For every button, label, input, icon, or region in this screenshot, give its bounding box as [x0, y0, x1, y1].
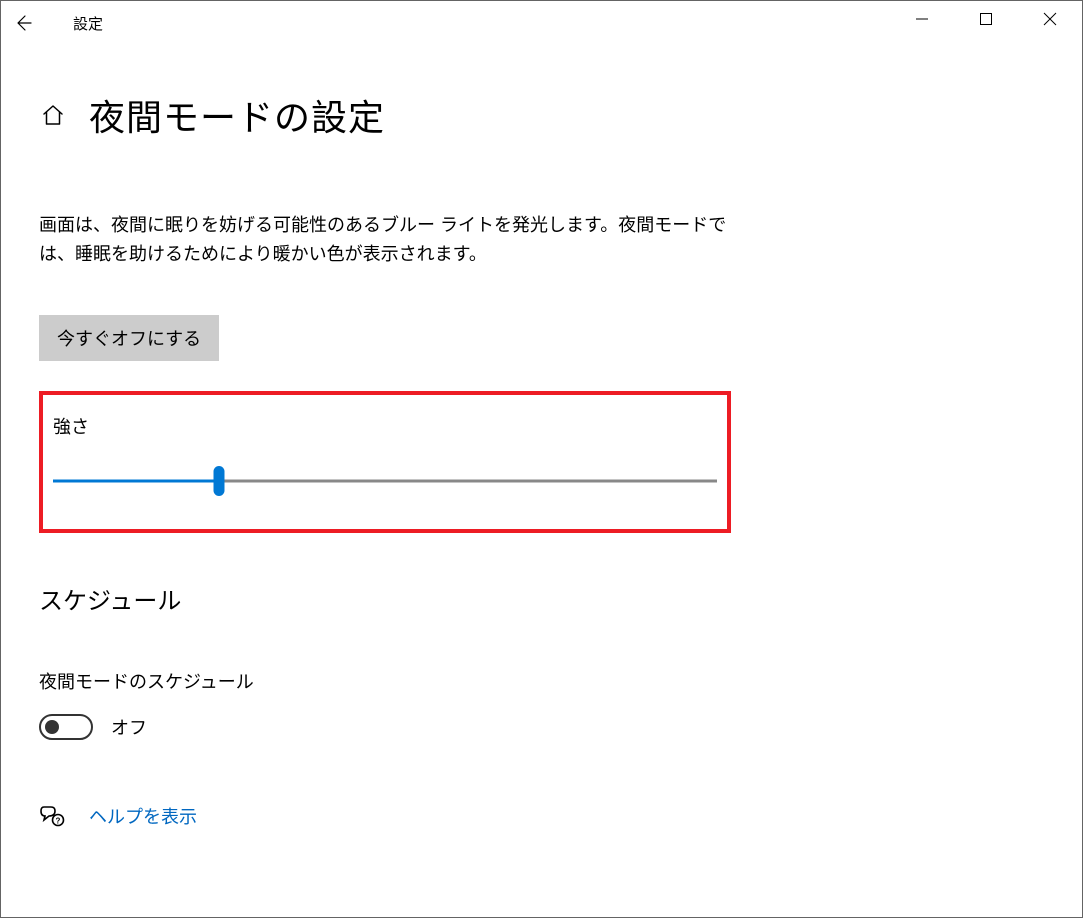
help-row: ? ヘルプを表示 — [39, 802, 1044, 830]
page-description: 画面は、夜間に眠りを妨げる可能性のあるブルー ライトを発光します。夜間モードで … — [39, 211, 739, 269]
strength-slider[interactable] — [53, 469, 717, 493]
schedule-label: 夜間モードのスケジュール — [39, 668, 1044, 694]
schedule-toggle[interactable] — [39, 714, 93, 740]
toggle-state-label: オフ — [111, 714, 147, 740]
slider-thumb[interactable] — [214, 466, 225, 496]
description-line-2: は、睡眠を助けるためにより暖かい色が表示されます。 — [39, 244, 487, 264]
get-help-link[interactable]: ヘルプを表示 — [89, 803, 197, 829]
minimize-button[interactable] — [890, 1, 954, 37]
schedule-toggle-row: オフ — [39, 714, 1044, 740]
maximize-button[interactable] — [954, 1, 1018, 37]
back-button[interactable] — [1, 1, 45, 45]
description-line-1: 画面は、夜間に眠りを妨げる可能性のあるブルー ライトを発光します。夜間モードで — [39, 215, 726, 235]
minimize-icon — [915, 12, 929, 26]
home-icon — [41, 103, 65, 127]
turn-off-now-button[interactable]: 今すぐオフにする — [39, 315, 219, 361]
strength-highlight-box: 強さ — [39, 391, 731, 533]
home-button[interactable] — [39, 101, 67, 129]
page-title: 夜間モードの設定 — [89, 89, 385, 141]
close-button[interactable] — [1018, 1, 1082, 37]
help-icon: ? — [39, 802, 67, 830]
window-controls — [890, 1, 1082, 37]
settings-window: 設定 — [0, 0, 1083, 918]
titlebar: 設定 — [1, 1, 1082, 45]
slider-fill — [53, 479, 219, 482]
maximize-icon — [979, 12, 993, 26]
toggle-knob — [45, 720, 59, 734]
arrow-left-icon — [13, 13, 33, 33]
schedule-heading: スケジュール — [39, 581, 1044, 616]
svg-text:?: ? — [56, 816, 61, 825]
window-title: 設定 — [73, 13, 103, 34]
strength-label: 強さ — [53, 413, 717, 439]
page-header: 夜間モードの設定 — [39, 89, 1044, 141]
close-icon — [1043, 12, 1057, 26]
content-area: 夜間モードの設定 画面は、夜間に眠りを妨げる可能性のあるブルー ライトを発光しま… — [1, 89, 1082, 830]
